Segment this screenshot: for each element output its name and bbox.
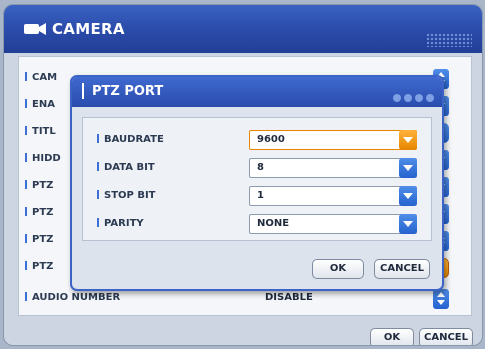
dialog-title-decoration	[390, 87, 434, 106]
setting-label: HIDD	[32, 153, 61, 164]
data-bit-row: DATA BIT 8	[83, 158, 431, 182]
stop-bit-select[interactable]: 1	[249, 186, 417, 206]
chevron-down-icon[interactable]	[399, 158, 417, 178]
dialog-body: BAUDRATE 9600 DATA BIT 8 STOP BIT 1 PARI…	[82, 117, 432, 241]
data-bit-value: 8	[249, 158, 417, 178]
title-bar: CAMERA	[4, 5, 482, 53]
dialog-title-bar: PTZ PORT	[72, 77, 442, 107]
stop-bit-value: 1	[249, 186, 417, 206]
parity-row: PARITY NONE	[83, 214, 431, 238]
data-bit-label: DATA BIT	[104, 162, 155, 173]
setting-label: PTZ	[32, 234, 54, 245]
title-decoration	[426, 33, 472, 47]
setting-label: AUDIO NUMBER	[32, 292, 121, 303]
baudrate-select[interactable]: 9600	[249, 130, 417, 150]
setting-label: PTZ	[32, 261, 54, 272]
chevron-down-icon[interactable]	[399, 214, 417, 234]
setting-label: CAM	[32, 72, 58, 83]
setting-label: ENA	[32, 99, 55, 110]
spin-icon[interactable]	[433, 289, 449, 309]
baudrate-row: BAUDRATE 9600	[83, 130, 431, 154]
setting-label: PTZ	[32, 207, 54, 218]
stop-bit-label: STOP BIT	[104, 190, 156, 201]
audio-number-spinner[interactable]: DISABLE	[259, 289, 449, 309]
camera-icon	[24, 23, 46, 35]
parity-value: NONE	[249, 214, 417, 234]
baudrate-label: BAUDRATE	[104, 134, 164, 145]
stop-bit-row: STOP BIT 1	[83, 186, 431, 210]
chevron-down-icon[interactable]	[399, 130, 417, 150]
dialog-ok-button[interactable]: OK	[312, 259, 364, 279]
ok-button[interactable]: OK	[370, 328, 414, 345]
data-bit-select[interactable]: 8	[249, 158, 417, 178]
dialog-cancel-button[interactable]: CANCEL	[374, 259, 430, 279]
setting-label: PTZ	[32, 180, 54, 191]
chevron-down-icon[interactable]	[399, 186, 417, 206]
parity-select[interactable]: NONE	[249, 214, 417, 234]
audio-number-value: DISABLE	[265, 292, 313, 303]
window-title: CAMERA	[52, 20, 125, 38]
baudrate-value: 9600	[249, 130, 417, 150]
ptz-port-dialog: PTZ PORT BAUDRATE 9600 DATA BIT 8 STOP B…	[70, 75, 444, 291]
setting-label: TITL	[32, 126, 56, 137]
cancel-button[interactable]: CANCEL	[419, 328, 473, 345]
dialog-title: PTZ PORT	[92, 84, 164, 99]
parity-label: PARITY	[104, 218, 144, 229]
